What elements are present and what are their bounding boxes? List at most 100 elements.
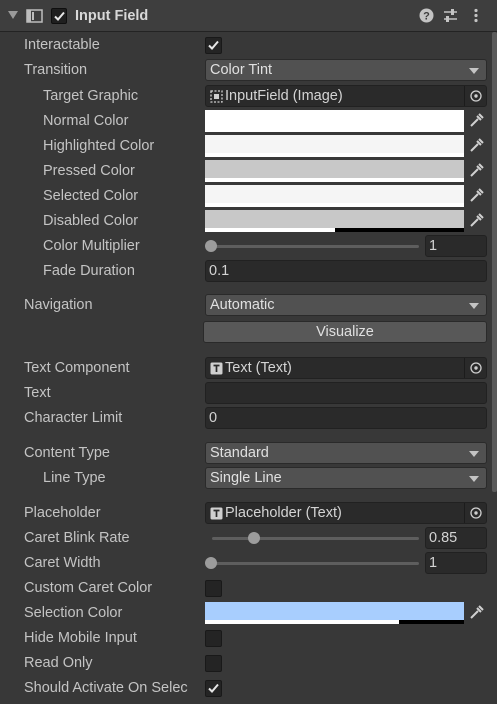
- eyedropper-icon: [470, 213, 484, 227]
- fade-duration-input[interactable]: 0.1: [205, 260, 487, 282]
- row-read-only: Read Only: [0, 652, 497, 676]
- pressed-color-field[interactable]: [205, 160, 487, 182]
- normal-color-label: Normal Color: [43, 113, 129, 129]
- normal-color-field[interactable]: [205, 110, 487, 132]
- row-text-component: Text Component Text (Text): [0, 357, 497, 381]
- selection-color-field[interactable]: [205, 602, 487, 624]
- eyedropper-button[interactable]: [465, 110, 487, 132]
- alpha-bar: [205, 128, 464, 132]
- fade-duration-value: 0.1: [209, 263, 230, 279]
- visualize-button[interactable]: Visualize: [203, 321, 487, 343]
- highlighted-color-label: Highlighted Color: [43, 138, 155, 154]
- navigation-value: Automatic: [210, 297, 275, 313]
- transition-dropdown[interactable]: Color Tint: [205, 59, 487, 81]
- eyedropper-button[interactable]: [465, 160, 487, 182]
- eyedropper-button[interactable]: [465, 210, 487, 232]
- object-picker-button[interactable]: [464, 86, 486, 106]
- alpha-remainder: [335, 228, 464, 232]
- content-type-dropdown[interactable]: Standard: [205, 442, 487, 464]
- row-placeholder: Placeholder Placeholder (Text): [0, 502, 497, 526]
- placeholder-value: Placeholder (Text): [225, 505, 342, 521]
- target-graphic-field[interactable]: InputField (Image): [205, 85, 487, 107]
- selection-color-label: Selection Color: [24, 605, 123, 621]
- row-highlighted-color: Highlighted Color: [0, 135, 497, 159]
- color-multiplier-value: 1: [429, 238, 438, 254]
- pressed-color-label: Pressed Color: [43, 163, 135, 179]
- row-caret-blink-rate: Caret Blink Rate 0.85: [0, 527, 497, 551]
- placeholder-label: Placeholder: [24, 505, 101, 521]
- custom-caret-color-checkbox[interactable]: [205, 580, 222, 597]
- row-fade-duration: Fade Duration 0.1: [0, 260, 497, 284]
- component-enabled-checkbox[interactable]: [51, 8, 67, 24]
- dropdown-arrow-icon: [469, 303, 479, 309]
- caret-width-slider-track[interactable]: [212, 562, 419, 565]
- highlighted-color-field[interactable]: [205, 135, 487, 157]
- target-icon: [470, 90, 482, 102]
- row-line-type: Line Type Single Line: [0, 467, 497, 491]
- help-icon[interactable]: ?: [419, 8, 434, 23]
- eyedropper-button[interactable]: [465, 602, 487, 624]
- character-limit-input[interactable]: 0: [205, 407, 487, 429]
- text-type-icon: [210, 507, 223, 520]
- selected-color-field[interactable]: [205, 185, 487, 207]
- color-multiplier-slider-track[interactable]: [212, 245, 419, 248]
- text-component-field[interactable]: Text (Text): [205, 357, 487, 379]
- text-input[interactable]: [205, 382, 487, 404]
- sliders-icon[interactable]: [443, 8, 458, 23]
- caret-blink-rate-slider-track[interactable]: [212, 537, 419, 540]
- caret-width-value: 1: [429, 555, 438, 571]
- object-picker-button[interactable]: [464, 358, 486, 378]
- row-selected-color: Selected Color: [0, 185, 497, 209]
- caret-blink-rate-label: Caret Blink Rate: [24, 530, 130, 546]
- should-activate-on-select-checkbox[interactable]: [205, 680, 222, 697]
- row-content-type: Content Type Standard: [0, 442, 497, 466]
- target-icon: [470, 507, 482, 519]
- caret-blink-rate-slider-thumb[interactable]: [248, 532, 260, 544]
- input-field-icon: [26, 9, 43, 23]
- read-only-checkbox[interactable]: [205, 655, 222, 672]
- caret-blink-rate-input[interactable]: 0.85: [425, 527, 487, 549]
- color-swatch: [205, 210, 464, 228]
- row-pressed-color: Pressed Color: [0, 160, 497, 184]
- placeholder-field[interactable]: Placeholder (Text): [205, 502, 487, 524]
- custom-caret-color-label: Custom Caret Color: [24, 580, 153, 596]
- disabled-color-field[interactable]: [205, 210, 487, 232]
- hide-mobile-input-checkbox[interactable]: [205, 630, 222, 647]
- text-component-value: Text (Text): [225, 360, 292, 376]
- hide-mobile-input-label: Hide Mobile Input: [24, 630, 137, 646]
- target-graphic-label: Target Graphic: [43, 88, 139, 104]
- eyedropper-icon: [470, 188, 484, 202]
- text-type-icon: [210, 362, 223, 375]
- eyedropper-icon: [470, 138, 484, 152]
- disabled-color-label: Disabled Color: [43, 213, 139, 229]
- target-icon: [470, 362, 482, 374]
- read-only-label: Read Only: [24, 655, 93, 671]
- interactable-checkbox[interactable]: [205, 37, 222, 54]
- eyedropper-icon: [470, 113, 484, 127]
- color-multiplier-input[interactable]: 1: [425, 235, 487, 257]
- color-swatch: [205, 160, 464, 178]
- eyedropper-button[interactable]: [465, 135, 487, 157]
- row-selection-color: Selection Color: [0, 602, 497, 626]
- content-type-label: Content Type: [24, 445, 110, 461]
- line-type-value: Single Line: [210, 470, 282, 486]
- image-icon: [210, 90, 223, 103]
- row-interactable: Interactable: [0, 34, 497, 58]
- caret-width-label: Caret Width: [24, 555, 101, 571]
- kebab-menu-icon[interactable]: [469, 8, 483, 23]
- object-picker-button[interactable]: [464, 503, 486, 523]
- target-graphic-value: InputField (Image): [225, 88, 343, 104]
- eyedropper-button[interactable]: [465, 185, 487, 207]
- caret-width-slider-thumb[interactable]: [205, 557, 217, 569]
- content-type-value: Standard: [210, 445, 269, 461]
- line-type-dropdown[interactable]: Single Line: [205, 467, 487, 489]
- caret-width-input[interactable]: 1: [425, 552, 487, 574]
- color-swatch: [205, 602, 464, 620]
- color-multiplier-slider-thumb[interactable]: [205, 240, 217, 252]
- foldout-arrow-icon[interactable]: [8, 11, 18, 19]
- row-normal-color: Normal Color: [0, 110, 497, 134]
- navigation-dropdown[interactable]: Automatic: [205, 294, 487, 316]
- alpha-bar: [205, 203, 464, 207]
- character-limit-label: Character Limit: [24, 410, 123, 426]
- scrollbar[interactable]: [492, 32, 497, 492]
